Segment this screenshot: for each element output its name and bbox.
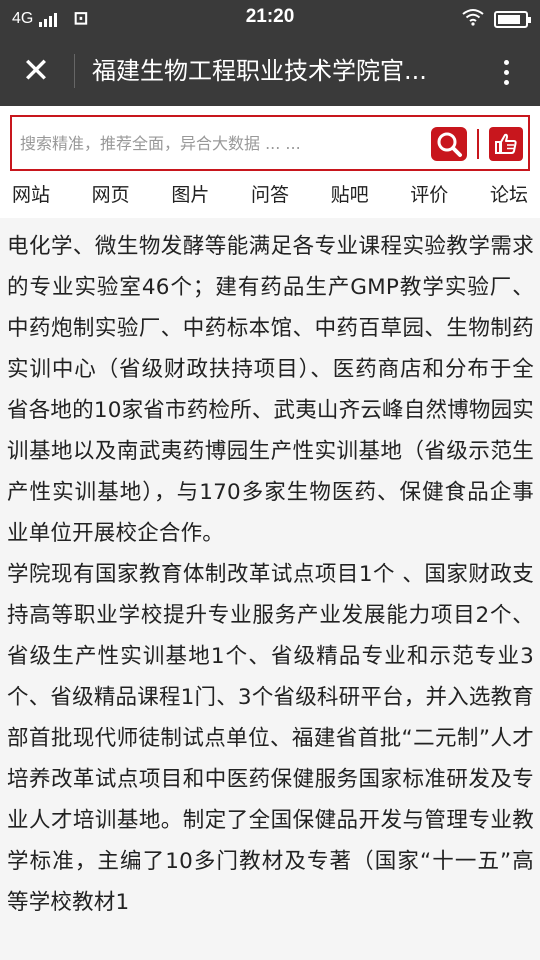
battery-level — [498, 15, 521, 24]
page-title: 福建生物工程职业技术学院官... — [92, 57, 427, 85]
tab-website[interactable]: 网站 — [12, 180, 50, 218]
status-time: 21:20 — [245, 6, 295, 27]
content-paragraph: 学院现有国家教育体制改革试点项目1个 、国家财政支持高等职业学校提升专业服务产业… — [7, 562, 534, 915]
tab-reviews[interactable]: 评价 — [410, 180, 448, 218]
search-icon — [437, 132, 462, 157]
status-bar: 4G ⊡ 21:20 — [0, 0, 540, 36]
status-right — [462, 8, 531, 31]
tab-qa[interactable]: 问答 — [251, 180, 289, 218]
tab-images[interactable]: 图片 — [171, 180, 209, 218]
close-button[interactable]: ✕ — [18, 54, 54, 90]
tab-webpage[interactable]: 网页 — [92, 180, 130, 218]
search-box — [10, 115, 530, 171]
tab-tieba[interactable]: 贴吧 — [331, 180, 369, 218]
close-icon: ✕ — [21, 51, 51, 91]
search-input[interactable] — [20, 127, 425, 159]
search-area — [0, 106, 540, 180]
battery-icon — [494, 11, 531, 28]
more-button[interactable] — [492, 54, 520, 90]
more-vertical-icon — [503, 59, 509, 65]
article-content: 电化学、微生物发酵等能满足各专业课程实验教学需求的专业实验室46个；建有药品生产… — [0, 226, 540, 960]
content-paragraph: 电化学、微生物发酵等能满足各专业课程实验教学需求的专业实验室46个；建有药品生产… — [7, 234, 534, 546]
thumbs-up-icon — [495, 133, 517, 154]
search-separator — [477, 129, 479, 159]
wifi-icon — [462, 8, 484, 31]
like-button[interactable] — [489, 127, 523, 161]
tab-forum[interactable]: 论坛 — [490, 180, 528, 218]
search-button[interactable] — [431, 127, 467, 161]
nav-tabs: 网站 网页 图片 问答 贴吧 评价 论坛 — [0, 180, 540, 218]
title-divider — [74, 54, 75, 88]
title-bar: ✕ 福建生物工程职业技术学院官... — [0, 36, 540, 106]
